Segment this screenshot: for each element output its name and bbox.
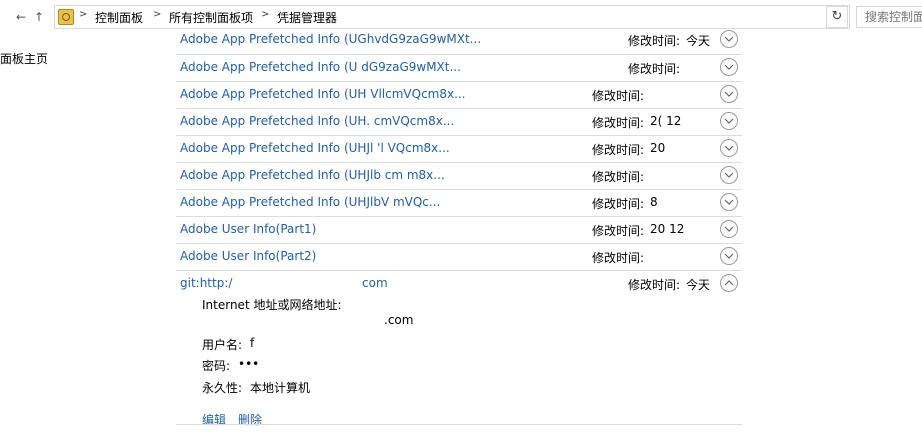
modified-label: 修改时间: (628, 34, 681, 48)
credential-row[interactable]: Adobe App Prefetched Info (UHJlbV mVQc..… (176, 190, 742, 217)
edit-link[interactable]: 编辑 (202, 411, 226, 428)
credential-name[interactable]: Adobe App Prefetched Info (UH. cmVQcm8x.… (180, 114, 454, 128)
persistence-value: 本地计算机 (250, 381, 311, 395)
chevron-up-icon[interactable] (720, 274, 738, 292)
password-value: ••• (238, 357, 260, 371)
modified-value: 20 (650, 141, 666, 155)
chevron-down-icon[interactable] (720, 166, 738, 184)
address-bar[interactable]: > 控制面板 > 所有控制面板项 > 凭据管理器 ⌵ (54, 5, 850, 29)
credential-list: Adobe App Prefetched Info (UGhvdG9zaG9wM… (176, 30, 742, 437)
credential-row[interactable]: Adobe App Prefetched Info (UHJl 'l VQcm8… (176, 136, 742, 163)
address-label: Internet 地址或网络地址: (202, 298, 342, 312)
credential-row[interactable]: Adobe App Prefetched Info (UH. cmVQcm8x.… (176, 109, 742, 136)
breadcrumb-separator-icon: > (79, 9, 88, 20)
breadcrumb-credential-manager[interactable]: 凭据管理器 (277, 9, 337, 26)
chevron-down-icon[interactable] (720, 30, 738, 48)
chevron-down-icon[interactable] (720, 220, 738, 238)
breadcrumb-separator-icon: > (261, 9, 270, 20)
credential-name-suffix[interactable]: com (362, 276, 388, 290)
credential-name[interactable]: Adobe App Prefetched Info (UHJlbV mVQc..… (180, 195, 440, 209)
modified-label: 修改时间: (592, 224, 645, 238)
credential-row[interactable]: Adobe User Info(Part1) 修改时间: 20 12 (176, 217, 742, 244)
modified-value: 今天 (686, 34, 711, 48)
credential-row[interactable]: Adobe App Prefetched Info (UH VllcmVQcm8… (176, 82, 742, 109)
credential-name[interactable]: Adobe App Prefetched Info (UH VllcmVQcm8… (180, 87, 466, 101)
up-arrow-icon[interactable]: ↑ (32, 8, 46, 26)
credential-name[interactable]: Adobe App Prefetched Info (UHJl 'l VQcm8… (180, 141, 450, 155)
modified-label: 修改时间: (592, 116, 645, 130)
chevron-down-icon[interactable] (720, 85, 738, 103)
credential-row[interactable]: Adobe User Info(Part2) 修改时间: (176, 244, 742, 271)
modified-label: 修改时间: (628, 62, 681, 76)
credential-row[interactable]: Adobe App Prefetched Info (U dG9zaG9wMXt… (176, 55, 742, 82)
address-toolbar: ← ↑ > 控制面板 > 所有控制面板项 > 凭据管理器 ⌵ ↻ 搜索控制面板 (0, 0, 922, 34)
modified-label: 修改时间: (628, 278, 681, 292)
breadcrumb-control-panel[interactable]: 控制面板 (95, 9, 143, 26)
modified-label: 修改时间: (592, 197, 645, 211)
modified-label: 修改时间: (592, 143, 645, 157)
credential-name[interactable]: Adobe User Info(Part1) (180, 222, 316, 236)
refresh-icon[interactable]: ↻ (826, 6, 848, 28)
list-bottom-divider (176, 424, 742, 425)
search-input[interactable]: 搜索控制面板 (856, 6, 922, 28)
modified-value: 2( 12 (650, 114, 682, 128)
sidebar-home-link[interactable]: 面板主页 (0, 50, 48, 67)
credential-name[interactable]: Adobe App Prefetched Info (U dG9zaG9wMXt… (180, 60, 461, 74)
modified-value: 20 12 (650, 222, 685, 236)
address-value: .com (384, 313, 414, 327)
delete-link[interactable]: 删除 (238, 411, 262, 428)
credential-name[interactable]: Adobe User Info(Part2) (180, 249, 316, 263)
username-value: f (250, 336, 255, 350)
back-arrow-icon[interactable]: ← (14, 8, 28, 26)
credential-expanded: git:http:/ com 修改时间: 今天 Internet 地址或网络地址… (176, 271, 742, 437)
modified-label: 修改时间: (592, 89, 645, 103)
credential-name[interactable]: Adobe App Prefetched Info (UHJlb cm m8x.… (180, 168, 445, 182)
modified-label: 修改时间: (592, 251, 645, 265)
chevron-down-icon[interactable] (720, 112, 738, 130)
chevron-down-icon[interactable] (720, 139, 738, 157)
modified-value: 8 (650, 195, 658, 209)
breadcrumb-separator-icon: > (153, 9, 162, 20)
chevron-down-icon[interactable] (720, 247, 738, 265)
modified-value: 今天 (686, 278, 711, 292)
username-label: 用户名: (202, 338, 243, 352)
credential-name[interactable]: Adobe App Prefetched Info (UGhvdG9zaG9wM… (180, 32, 481, 46)
modified-label: 修改时间: (592, 170, 645, 184)
persistence-label: 永久性: (202, 381, 243, 395)
chevron-down-icon[interactable] (720, 58, 738, 76)
credential-row[interactable]: Adobe App Prefetched Info (UHJlb cm m8x.… (176, 163, 742, 190)
password-label: 密码: (202, 359, 231, 373)
credential-name-prefix[interactable]: git:http:/ (180, 276, 232, 290)
credential-row[interactable]: Adobe App Prefetched Info (UGhvdG9zaG9wM… (176, 30, 742, 55)
chevron-down-icon[interactable] (720, 193, 738, 211)
control-panel-icon (58, 9, 74, 25)
breadcrumb-all-items[interactable]: 所有控制面板项 (169, 9, 253, 26)
